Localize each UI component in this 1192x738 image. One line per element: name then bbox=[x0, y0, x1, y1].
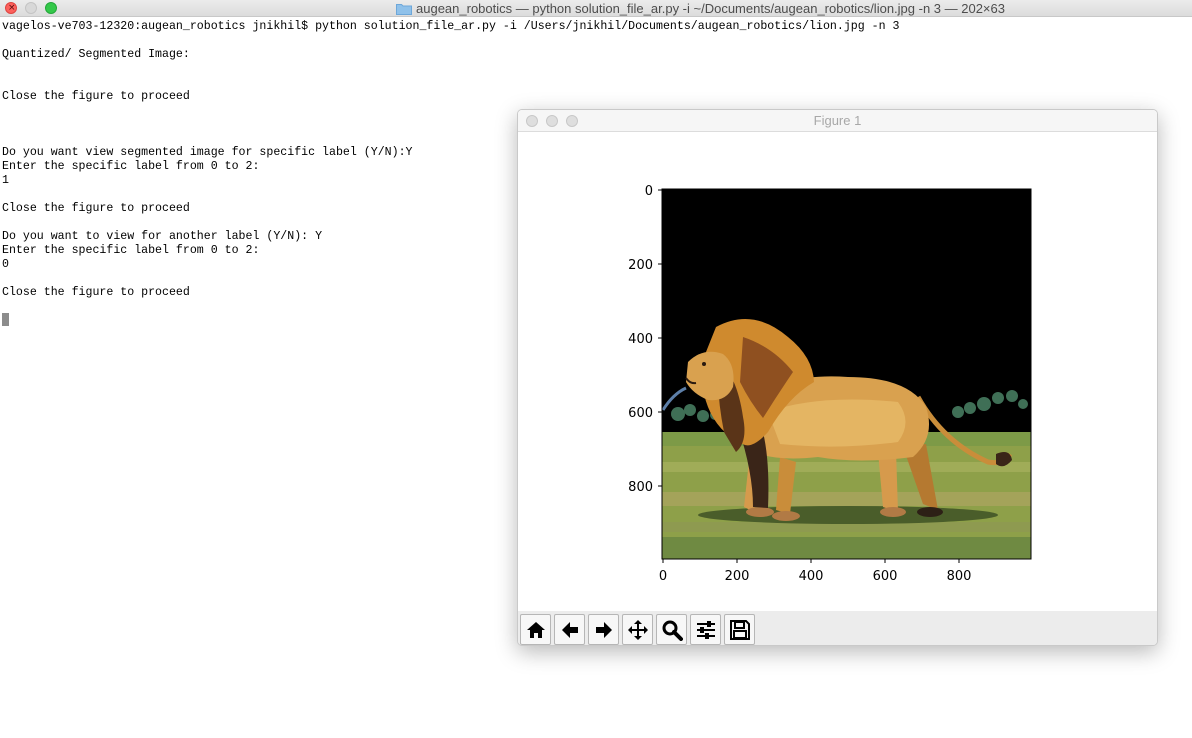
x-tick-label: 400 bbox=[799, 569, 824, 584]
y-tick-label: 200 bbox=[628, 258, 653, 273]
zoom-button[interactable] bbox=[656, 614, 687, 645]
y-tick-label: 0 bbox=[645, 184, 653, 199]
x-axis: 0 200 400 600 800 bbox=[659, 559, 972, 584]
terminal-title-text: augean_robotics — python solution_file_a… bbox=[416, 1, 1005, 16]
maximize-window-button[interactable] bbox=[45, 2, 57, 14]
terminal-cursor bbox=[2, 313, 9, 326]
folder-icon bbox=[396, 3, 412, 15]
y-axis: 0 200 400 600 800 bbox=[628, 184, 662, 495]
terminal-line: Close the figure to proceed bbox=[2, 90, 190, 103]
terminal-title: augean_robotics — python solution_file_a… bbox=[396, 0, 1005, 17]
configure-subplots-icon bbox=[696, 620, 715, 639]
zoom-icon bbox=[662, 620, 683, 641]
y-tick-label: 400 bbox=[628, 332, 653, 347]
figure-title: Figure 1 bbox=[813, 113, 862, 128]
x-tick-label: 0 bbox=[659, 569, 667, 584]
close-window-button[interactable]: × bbox=[5, 2, 17, 14]
figure-canvas[interactable]: 0 200 400 600 800 0 200 400 600 800 bbox=[518, 132, 1157, 610]
minimize-window-button[interactable] bbox=[25, 2, 37, 14]
x-tick-label: 800 bbox=[947, 569, 972, 584]
back-button[interactable] bbox=[554, 614, 585, 645]
y-tick-label: 800 bbox=[628, 480, 653, 495]
figure-toolbar bbox=[518, 611, 1157, 645]
back-icon bbox=[561, 621, 578, 638]
configure-subplots-button[interactable] bbox=[690, 614, 721, 645]
home-icon bbox=[526, 621, 545, 638]
segmented-lion-image bbox=[661, 189, 1031, 559]
forward-button[interactable] bbox=[588, 614, 619, 645]
close-icon: × bbox=[8, 3, 16, 13]
pan-icon bbox=[627, 619, 648, 640]
figure-window[interactable]: Figure 1 0 200 400 600 800 0 200 400 600… bbox=[517, 109, 1158, 646]
figure-titlebar[interactable]: Figure 1 bbox=[518, 110, 1157, 132]
save-icon bbox=[729, 619, 750, 640]
home-button[interactable] bbox=[520, 614, 551, 645]
save-button[interactable] bbox=[724, 614, 755, 645]
x-tick-label: 600 bbox=[873, 569, 898, 584]
y-tick-label: 600 bbox=[628, 406, 653, 421]
pan-button[interactable] bbox=[622, 614, 653, 645]
x-tick-label: 200 bbox=[725, 569, 750, 584]
terminal-titlebar: × augean_robotics — python solution_file… bbox=[0, 0, 1192, 17]
forward-icon bbox=[595, 621, 612, 638]
terminal-line: Quantized/ Segmented Image: bbox=[2, 48, 190, 61]
terminal-line: vagelos-ve703-12320:augean_robotics jnik… bbox=[2, 20, 900, 33]
